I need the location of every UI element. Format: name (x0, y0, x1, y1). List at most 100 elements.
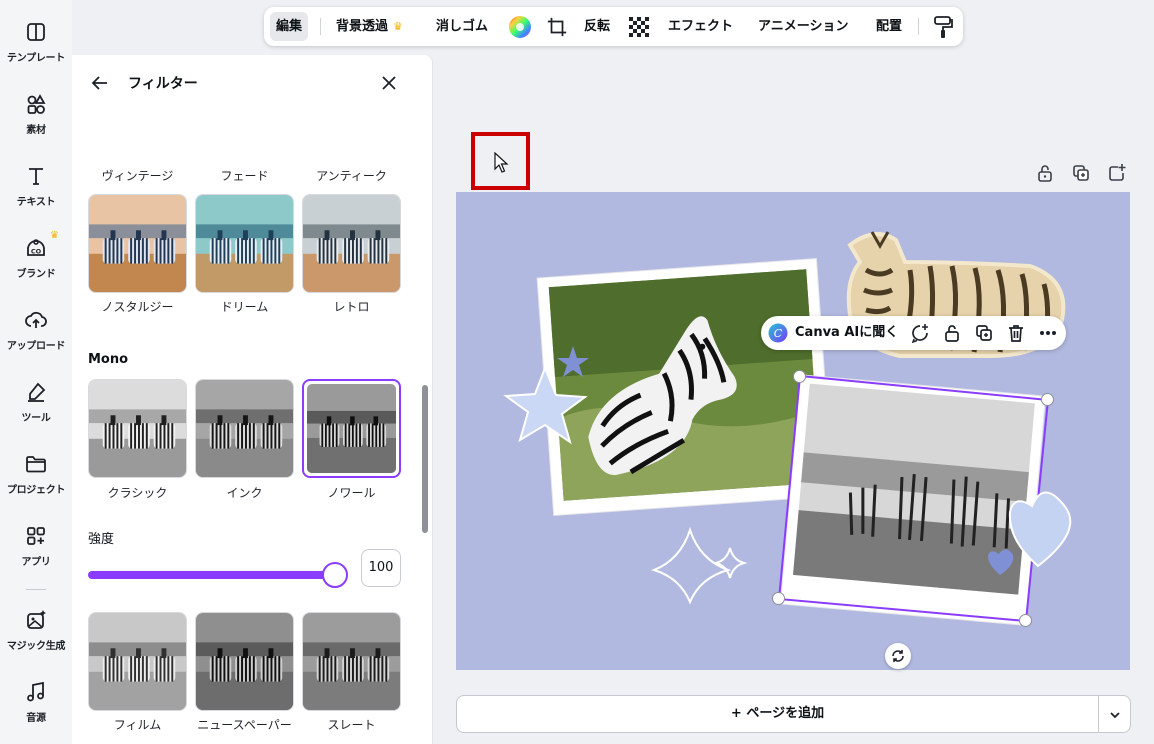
rail-label: 素材 (26, 125, 46, 136)
color-photo-frame (536, 257, 834, 517)
filter-tile-label: ニュースペーパー (197, 718, 292, 732)
filter-tile-label: ノスタルジー (101, 300, 174, 314)
slider-track (88, 571, 338, 579)
canva-ai-icon[interactable]: C (768, 323, 788, 343)
section-title-mono: Mono (88, 352, 129, 367)
close-icon[interactable] (377, 71, 401, 95)
canvas-artwork (503, 231, 1072, 626)
chevron-down-icon (1110, 712, 1120, 719)
filter-tile-retro[interactable] (302, 194, 401, 293)
mouse-cursor-icon (494, 152, 509, 173)
transparency-icon[interactable] (629, 17, 649, 37)
music-icon (27, 681, 44, 702)
duplicate-icon[interactable] (974, 323, 994, 343)
resize-handle-bottom-right[interactable] (1019, 614, 1032, 627)
duplicate-page-icon[interactable] (1071, 163, 1091, 183)
rail-label: テンプレート (7, 53, 65, 64)
panel-scrollbar[interactable] (420, 55, 430, 744)
add-page-icon[interactable] (1107, 163, 1127, 183)
rail-item-upload[interactable]: アップロード (0, 308, 72, 352)
upload-icon (25, 311, 47, 328)
rail-item-templates[interactable]: テンプレート (0, 20, 72, 64)
filter-tile-dream[interactable] (195, 194, 294, 293)
filter-tile-label: クラシック (107, 486, 168, 500)
resize-handle-top-left[interactable] (793, 370, 806, 383)
rail-label: アップロード (6, 341, 66, 352)
scrollbar-thumb[interactable] (422, 385, 428, 533)
highlight-box (471, 132, 530, 190)
comment-add-icon[interactable] (910, 323, 930, 343)
svg-text:CO: CO (31, 248, 42, 256)
position-button[interactable]: 配置 (876, 7, 902, 46)
ask-canva-ai-button[interactable]: Canva AIに聞く (795, 316, 898, 350)
add-page-button[interactable]: + ページを追加 (456, 695, 1099, 733)
crown-icon: ♛ (50, 230, 59, 241)
filter-tile-mono-ink[interactable] (195, 379, 294, 478)
brand-icon: CO (27, 239, 45, 256)
mono-photo-frame (779, 374, 1047, 626)
slider-handle[interactable] (322, 562, 348, 588)
rail-item-tools[interactable]: ツール (0, 380, 72, 424)
filter-tile-mono-slate[interactable] (302, 612, 401, 711)
filter-tile-label: スレート (327, 718, 376, 732)
rail-item-elements[interactable]: 素材 (0, 92, 72, 136)
left-rail: テンプレート 素材 テキスト ♛ CO ブランド アップロード ツール プロジェ… (0, 0, 72, 744)
toolbar-divider (918, 18, 919, 35)
filter-tile-label: レトロ (333, 300, 370, 314)
filter-tile-mono-film[interactable] (88, 612, 187, 711)
lock-icon[interactable] (1035, 163, 1055, 183)
resize-handle-bottom-left[interactable] (772, 592, 785, 605)
bg-remover-button[interactable]: 背景透過 ♛ (336, 7, 403, 46)
more-options-icon[interactable] (1038, 323, 1058, 343)
rail-item-brand[interactable]: ♛ CO ブランド (0, 230, 72, 280)
flip-button[interactable]: 反転 (584, 7, 610, 46)
rail-divider (26, 589, 46, 590)
filter-panel: フィルター ヴィンテージ フェード アンティーク ノスタルジー ドリーム レトロ… (72, 55, 432, 744)
animate-button[interactable]: アニメーション (758, 7, 848, 46)
rail-label: 音源 (26, 713, 46, 724)
filter-tile-mono-light[interactable] (88, 379, 187, 478)
folder-icon (26, 456, 46, 473)
context-toolbar: 編集 背景透過 ♛ 消しゴム 反転 エフェクト アニメーション 配置 (264, 7, 963, 46)
filter-tile-mono-noir[interactable] (302, 379, 401, 478)
strength-value-input[interactable]: 100 (361, 549, 401, 587)
color-wheel-icon[interactable] (508, 15, 532, 39)
rail-label: マジック生成 (6, 641, 66, 652)
rail-label: テキスト (16, 197, 56, 208)
strength-slider[interactable] (88, 562, 350, 588)
rotate-handle[interactable] (885, 643, 911, 669)
eraser-button[interactable]: 消しゴム (436, 7, 488, 46)
elements-icon (27, 94, 46, 114)
lock-icon[interactable] (942, 323, 962, 343)
filter-tile-label: インク (226, 486, 263, 500)
filter-tile-label: アンティーク (316, 169, 387, 183)
rail-item-audio[interactable]: 音源 (0, 680, 72, 724)
rail-item-apps[interactable]: アプリ (0, 524, 72, 568)
copy-style-icon[interactable] (932, 15, 954, 39)
back-arrow-icon[interactable] (88, 71, 112, 95)
rail-item-magic-media[interactable]: マジック生成 (0, 608, 72, 652)
rail-label: ツール (21, 413, 51, 424)
rail-item-projects[interactable]: プロジェクト (0, 452, 72, 496)
element-floating-toolbar: C Canva AIに聞く (761, 316, 1066, 350)
bg-remover-label: 背景透過 (336, 19, 389, 34)
add-page-options-button[interactable] (1098, 695, 1131, 733)
magic-media-icon (27, 610, 46, 629)
filter-tile-label: ノワール (327, 486, 376, 500)
text-icon (29, 168, 43, 185)
resize-handle-top-right[interactable] (1041, 393, 1054, 406)
design-canvas[interactable] (456, 192, 1130, 670)
svg-text:C: C (774, 327, 783, 340)
filter-tile-nostalgia[interactable] (88, 194, 187, 293)
filter-tile-mono-news[interactable] (195, 612, 294, 711)
rail-label: アプリ (21, 557, 51, 568)
crop-icon[interactable] (546, 16, 568, 38)
crown-icon: ♛ (393, 20, 403, 33)
effects-button[interactable]: エフェクト (668, 7, 733, 46)
tools-icon (28, 382, 46, 402)
trash-icon[interactable] (1006, 323, 1026, 343)
apps-icon (27, 527, 45, 545)
edit-button[interactable]: 編集 (270, 12, 309, 41)
rail-label: プロジェクト (6, 485, 66, 496)
rail-item-text[interactable]: テキスト (0, 164, 72, 208)
